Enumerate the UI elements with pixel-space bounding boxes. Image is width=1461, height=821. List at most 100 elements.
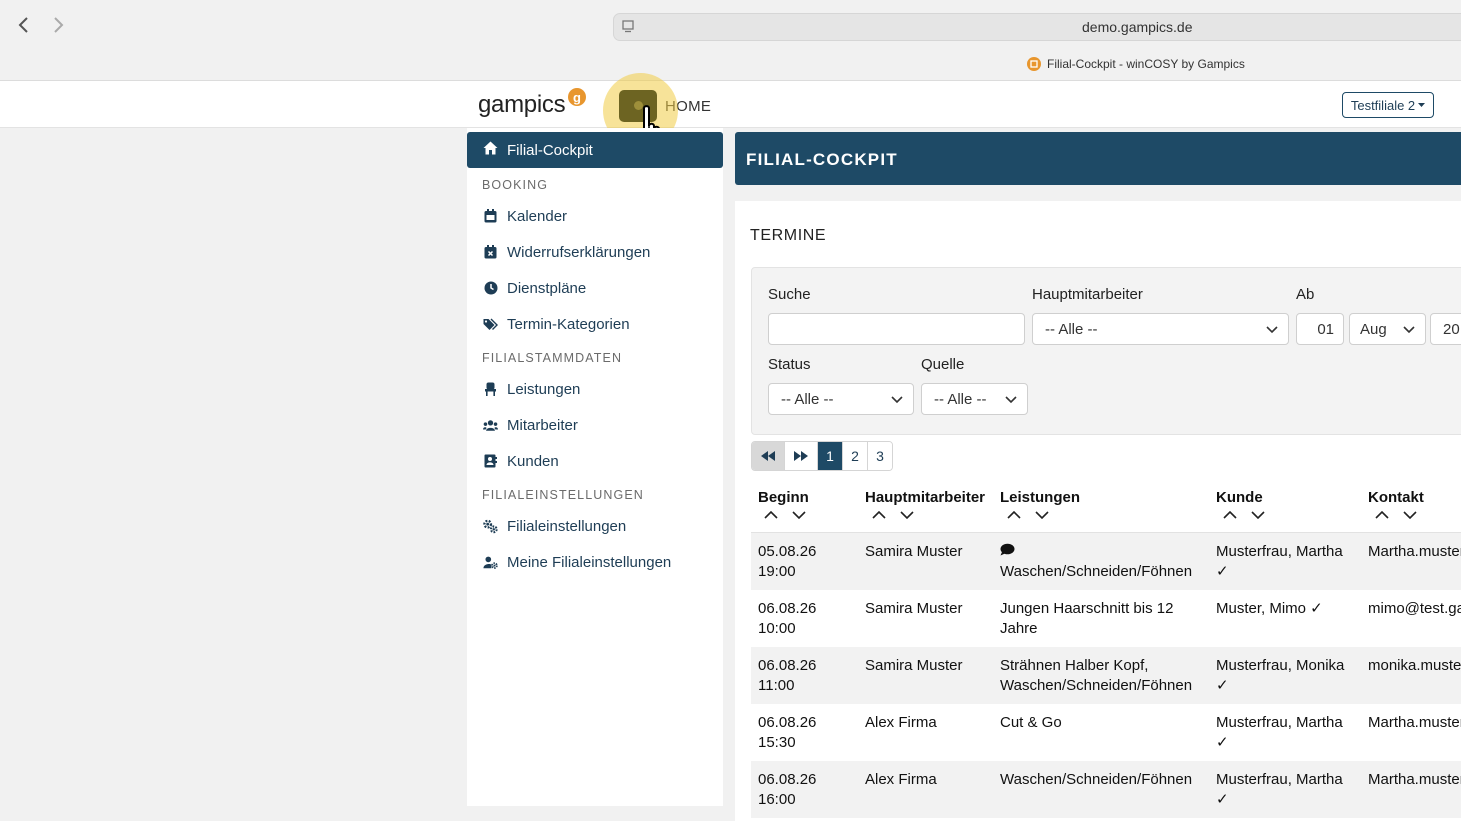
from-year-input[interactable]: 20	[1430, 313, 1461, 345]
chevron-down-icon	[1403, 326, 1415, 334]
sidebar: Filial-Cockpit BOOKING Kalender Widerruf…	[467, 128, 723, 806]
clock-icon	[483, 281, 498, 296]
back-button[interactable]	[12, 14, 34, 36]
cell-date: 06.08.26	[758, 657, 817, 674]
backward-icon	[761, 451, 775, 461]
table-row[interactable]: 06.08.26 11:00 Samira Muster Strähnen Hal…	[751, 647, 1461, 704]
cell-time: 10:00	[758, 620, 796, 637]
logo[interactable]: gampics	[478, 91, 566, 119]
forward-icon	[794, 451, 808, 461]
employee-select[interactable]: -- Alle --	[1032, 313, 1289, 345]
users-icon	[483, 418, 498, 433]
cell-services: Waschen/Schneiden/Föhnen	[1000, 563, 1193, 580]
cell-contact: monika.muste	[1368, 657, 1461, 674]
app-header: gampics g HOME Testfiliale 2	[0, 81, 1461, 128]
source-select[interactable]: -- Alle --	[921, 383, 1028, 415]
gears-icon	[483, 519, 498, 534]
cell-time: 19:00	[758, 563, 796, 580]
address-bar[interactable]: demo.gampics.de	[613, 13, 1461, 41]
sidebar-item-kunden[interactable]: Kunden	[467, 448, 723, 474]
sort-desc-icon[interactable]	[1403, 511, 1417, 519]
search-input[interactable]	[768, 313, 1025, 345]
browser-toolbar: demo.gampics.de Filial-Cockpit - winCOSY…	[0, 0, 1461, 81]
column-header-contact[interactable]: Kontakt	[1368, 489, 1424, 506]
cell-services: Strähnen Halber Kopf,	[1000, 657, 1149, 674]
table-row[interactable]: 06.08.26 16:00 Alex Firma Waschen/Schneid…	[751, 761, 1461, 818]
search-label: Suche	[768, 286, 811, 303]
sort-desc-icon[interactable]	[900, 511, 914, 519]
branch-select[interactable]: Testfiliale 2	[1342, 92, 1434, 118]
page-button[interactable]: 1	[818, 442, 843, 470]
sidebar-item-leistungen[interactable]: Leistungen	[467, 376, 723, 402]
page-button[interactable]: 2	[843, 442, 868, 470]
column-header-employee[interactable]: Hauptmitarbeiter	[865, 489, 985, 506]
verified-check: ✓	[1216, 677, 1229, 694]
section-title: TERMINE	[750, 227, 827, 244]
sort-asc-icon[interactable]	[764, 511, 778, 519]
sort-controls-contact	[1375, 511, 1417, 519]
sort-controls-begin	[764, 511, 806, 519]
forward-button[interactable]	[48, 14, 70, 36]
section-filialeinstellungen: FILIALEINSTELLUNGEN	[482, 488, 644, 502]
cell-date: 06.08.26	[758, 714, 817, 731]
sort-desc-icon[interactable]	[1251, 511, 1265, 519]
column-header-customer[interactable]: Kunde	[1216, 489, 1263, 506]
sort-asc-icon[interactable]	[1375, 511, 1389, 519]
from-label: Ab	[1296, 286, 1315, 303]
sidebar-item-meine-filialeinstellungen[interactable]: Meine Filialeinstellungen	[467, 549, 723, 575]
calendar-x-icon	[483, 245, 498, 260]
cell-services: Cut & Go	[1000, 714, 1062, 731]
user-gear-icon	[483, 555, 498, 570]
browser-tab[interactable]: Filial-Cockpit - winCOSY by Gampics	[1027, 57, 1245, 71]
sidebar-item-filial-cockpit[interactable]: Filial-Cockpit	[467, 132, 723, 168]
table-row[interactable]: 05.08.26 19:00 Samira Muster Waschen/Schn…	[751, 533, 1461, 590]
cell-contact: mimo@test.ga	[1368, 600, 1461, 617]
cell-services-cont: Jahre	[1000, 620, 1038, 637]
sort-controls-customer	[1223, 511, 1265, 519]
sidebar-item-label: Dienstpläne	[507, 279, 587, 297]
column-header-begin[interactable]: Beginn	[758, 489, 809, 506]
first-page-button[interactable]	[752, 442, 785, 470]
cell-services: Jungen Haarschnitt bis 12	[1000, 600, 1174, 617]
tags-icon	[483, 317, 498, 332]
table-row[interactable]: 06.08.26 10:00 Samira Muster Jungen Haars…	[751, 590, 1461, 647]
cell-customer: Musterfrau, Monika	[1216, 657, 1345, 674]
page-button[interactable]: 3	[868, 442, 892, 470]
last-page-button[interactable]	[785, 442, 818, 470]
sidebar-item-widerruf[interactable]: Widerrufserklärungen	[467, 239, 723, 265]
sort-desc-icon[interactable]	[792, 511, 806, 519]
table-row[interactable]: 06.08.26 15:30 Alex Firma Cut & Go Muster…	[751, 704, 1461, 761]
favicon-icon	[1027, 57, 1041, 71]
cell-employee: Alex Firma	[865, 771, 937, 788]
sidebar-item-mitarbeiter[interactable]: Mitarbeiter	[467, 412, 723, 438]
sort-desc-icon[interactable]	[1035, 511, 1049, 519]
section-booking: BOOKING	[482, 178, 549, 192]
verified-check: ✓	[1216, 791, 1229, 808]
sidebar-item-termin-kategorien[interactable]: Termin-Kategorien	[467, 311, 723, 337]
sidebar-item-dienstplaene[interactable]: Dienstpläne	[467, 275, 723, 301]
chevron-down-icon	[1266, 326, 1278, 334]
sort-controls-services	[1007, 511, 1049, 519]
cell-time: 11:00	[758, 677, 795, 694]
sort-asc-icon[interactable]	[872, 511, 886, 519]
from-month-select[interactable]: Aug	[1349, 313, 1426, 345]
cell-employee: Samira Muster	[865, 657, 963, 674]
sidebar-item-label: Filialeinstellungen	[507, 517, 627, 535]
status-select[interactable]: -- Alle --	[768, 383, 914, 415]
sort-asc-icon[interactable]	[1007, 511, 1021, 519]
comment-icon[interactable]	[1000, 542, 1192, 562]
branch-select-label: Testfiliale 2	[1350, 97, 1416, 113]
sidebar-item-filialeinstellungen[interactable]: Filialeinstellungen	[467, 513, 723, 539]
cell-time: 16:00	[758, 791, 796, 808]
sidebar-item-kalender[interactable]: Kalender	[467, 203, 723, 229]
employee-filter-label: Hauptmitarbeiter	[1032, 286, 1143, 303]
sidebar-item-label: Meine Filialeinstellungen	[507, 553, 672, 571]
from-day-input[interactable]: 01	[1296, 313, 1344, 345]
sort-asc-icon[interactable]	[1223, 511, 1237, 519]
sidebar-item-label: Kunden	[507, 452, 559, 470]
calendar-icon	[483, 209, 498, 224]
cell-customer: Musterfrau, Martha	[1216, 771, 1343, 788]
appointments-card: TERMINE Suche Hauptmitarbeiter -- Alle -…	[735, 201, 1461, 821]
cell-contact: Martha.muster	[1368, 543, 1461, 560]
column-header-services[interactable]: Leistungen	[1000, 489, 1080, 506]
